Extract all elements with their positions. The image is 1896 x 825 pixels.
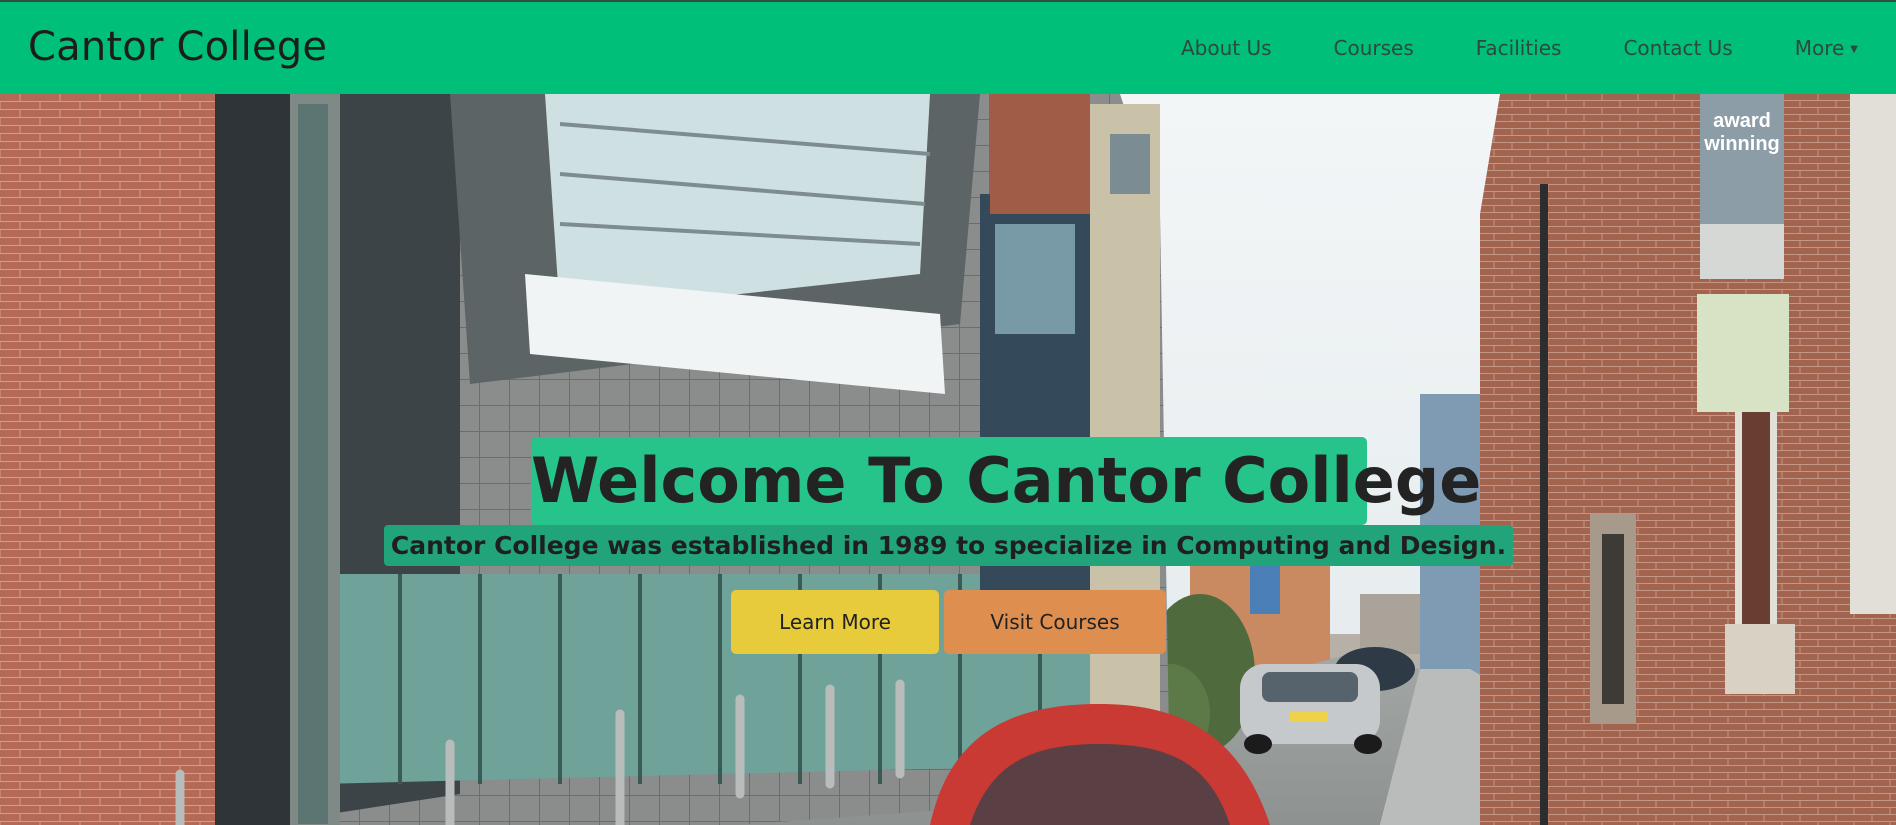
- hero-subtitle: Cantor College was established in 1989 t…: [384, 525, 1513, 566]
- nav-link-courses[interactable]: Courses: [1334, 36, 1414, 60]
- nav-link-contact-us[interactable]: Contact Us: [1623, 36, 1732, 60]
- brand-logo-link[interactable]: Cantor College: [28, 24, 327, 70]
- nav-links: About Us Courses Facilities Contact Us M…: [1181, 36, 1858, 60]
- learn-more-button[interactable]: Learn More: [731, 590, 939, 654]
- hero-title: Welcome To Cantor College: [531, 437, 1481, 525]
- caret-down-icon: ▼: [1850, 44, 1858, 55]
- visit-courses-button[interactable]: Visit Courses: [944, 590, 1166, 654]
- nav-link-facilities[interactable]: Facilities: [1476, 36, 1562, 60]
- hero-section: award winning Welcome To Cantor College …: [0, 94, 1896, 825]
- nav-link-about-us[interactable]: About Us: [1181, 36, 1272, 60]
- award-banner-text-2: winning: [1703, 133, 1780, 155]
- navbar: Cantor College About Us Courses Faciliti…: [0, 0, 1896, 94]
- nav-more-label: More: [1794, 36, 1845, 60]
- award-banner-text-1: award: [1713, 110, 1771, 132]
- nav-dropdown-more[interactable]: More ▼: [1795, 36, 1858, 60]
